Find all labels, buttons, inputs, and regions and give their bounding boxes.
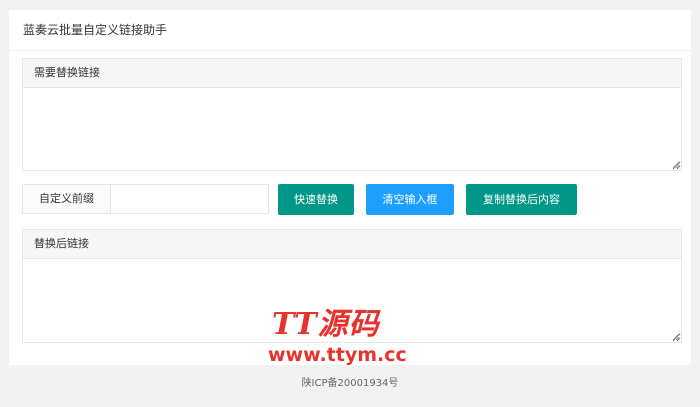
copy-result-button[interactable]: 复制替换后内容 bbox=[466, 184, 577, 215]
prefix-input[interactable] bbox=[111, 184, 269, 214]
icp-footer[interactable]: 陕ICP备20001934号 bbox=[0, 374, 700, 389]
result-links-textarea[interactable] bbox=[23, 259, 681, 342]
source-links-label: 需要替换链接 bbox=[23, 59, 681, 88]
source-links-textarea[interactable] bbox=[23, 88, 681, 170]
result-links-panel: 替换后链接 bbox=[22, 229, 682, 343]
prefix-label: 自定义前缀 bbox=[22, 184, 111, 214]
page-title: 蓝奏云批量自定义链接助手 bbox=[23, 23, 168, 37]
quick-replace-button[interactable]: 快速替换 bbox=[278, 184, 354, 215]
source-links-panel: 需要替换链接 bbox=[22, 58, 682, 171]
clear-input-button[interactable]: 清空输入框 bbox=[366, 184, 454, 215]
main-card: 蓝奏云批量自定义链接助手 需要替换链接 自定义前缀 快速替换 清空输入框 复制替… bbox=[9, 10, 691, 365]
card-header: 蓝奏云批量自定义链接助手 bbox=[9, 10, 691, 51]
result-links-label: 替换后链接 bbox=[23, 230, 681, 259]
